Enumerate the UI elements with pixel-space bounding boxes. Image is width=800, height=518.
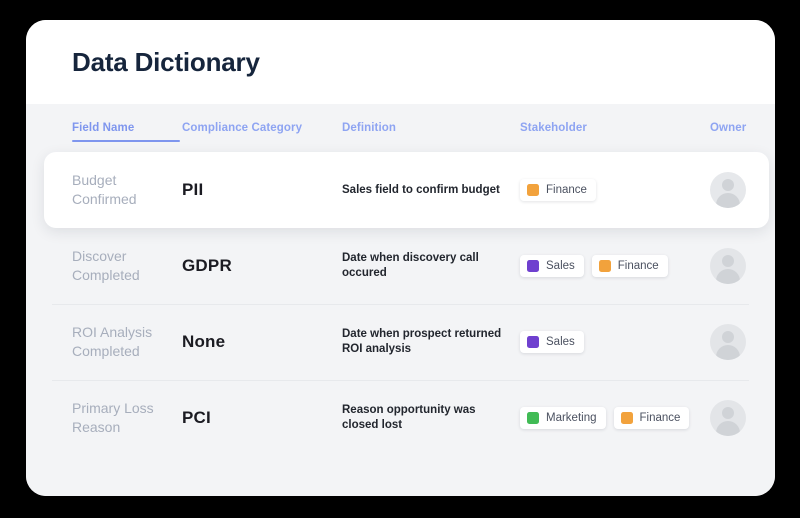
avatar-body-shape — [716, 193, 740, 208]
tag-color-swatch-icon — [598, 260, 611, 272]
table-body: Budget Confirmed PII Sales field to confir… — [26, 152, 775, 456]
cell-owner — [708, 400, 775, 436]
cell-owner — [708, 324, 775, 360]
table-row[interactable]: Budget Confirmed PII Sales field to confir… — [44, 152, 769, 228]
cell-definition: Reason opportunity was closed lost — [342, 404, 476, 431]
stakeholder-tag[interactable]: Marketing — [520, 407, 606, 429]
card-header: Data Dictionary — [26, 20, 775, 104]
data-table: Field Name Compliance Category Definitio… — [26, 104, 775, 496]
cell-definition: Sales field to confirm budget — [342, 183, 500, 196]
cell-field-name: Discover Completed — [72, 248, 140, 283]
stakeholder-tag-label: Sales — [546, 260, 575, 272]
tag-color-swatch-icon — [527, 260, 539, 272]
stakeholder-tag-label: Marketing — [546, 412, 597, 424]
screenshot-stage: Data Dictionary Field Name Compliance Ca… — [0, 0, 800, 518]
stakeholder-tag[interactable]: Sales — [520, 255, 584, 277]
avatar-body-shape — [716, 345, 740, 360]
cell-stakeholder: Sales Finance — [504, 255, 708, 277]
avatar-placeholder-icon[interactable] — [710, 172, 746, 208]
stakeholder-tag-label: Finance — [617, 260, 659, 272]
cell-owner — [708, 248, 775, 284]
stakeholder-tag[interactable]: Finance — [591, 255, 668, 277]
stakeholder-tag-label: Finance — [546, 184, 587, 196]
tag-color-swatch-icon — [527, 412, 539, 424]
avatar-body-shape — [716, 269, 740, 284]
avatar-head-shape — [722, 179, 734, 191]
tag-color-swatch-icon — [620, 412, 633, 424]
cell-stakeholder: Marketing Finance — [504, 407, 708, 429]
avatar-head-shape — [722, 407, 734, 419]
data-dictionary-card: Data Dictionary Field Name Compliance Ca… — [26, 20, 775, 496]
cell-stakeholder: Finance — [504, 179, 708, 201]
avatar-placeholder-icon[interactable] — [710, 324, 746, 360]
table-header-row: Field Name Compliance Category Definitio… — [26, 104, 775, 152]
stakeholder-tag-label: Sales — [546, 336, 575, 348]
cell-owner — [708, 172, 775, 208]
stakeholder-tag[interactable]: Sales — [520, 331, 584, 353]
column-header-stakeholder[interactable]: Stakeholder — [504, 122, 708, 134]
avatar-placeholder-icon[interactable] — [710, 248, 746, 284]
page-title: Data Dictionary — [72, 46, 260, 77]
column-header-definition[interactable]: Definition — [342, 122, 504, 134]
cell-compliance-category: PCI — [182, 408, 211, 427]
cell-field-name: Budget Confirmed — [72, 172, 137, 207]
cell-field-name: ROI Analysis Completed — [72, 324, 153, 359]
table-row[interactable]: ROI Analysis Completed None Date when pros… — [26, 304, 775, 380]
column-header-owner[interactable]: Owner — [708, 122, 775, 134]
cell-field-name: Primary Loss Reason — [72, 400, 154, 435]
table-row[interactable]: Primary Loss Reason PCI Reason opportunity… — [26, 380, 775, 456]
avatar-head-shape — [722, 255, 734, 267]
tag-color-swatch-icon — [527, 336, 539, 348]
cell-definition: Date when prospect returned ROI analysis — [342, 328, 502, 355]
cell-compliance-category: None — [182, 332, 226, 351]
cell-stakeholder: Sales — [504, 331, 708, 353]
table-row[interactable]: Discover Completed GDPR Date when discover… — [26, 228, 775, 304]
column-header-compliance-category[interactable]: Compliance Category — [182, 122, 342, 134]
avatar-head-shape — [722, 331, 734, 343]
cell-definition: Date when discovery call occured — [342, 252, 479, 279]
stakeholder-tag-label: Finance — [639, 412, 681, 424]
cell-compliance-category: GDPR — [182, 256, 232, 275]
stakeholder-tag[interactable]: Finance — [613, 407, 690, 429]
avatar-body-shape — [716, 421, 740, 436]
stakeholder-tag[interactable]: Finance — [520, 179, 596, 201]
cell-compliance-category: PII — [182, 180, 204, 199]
avatar-placeholder-icon[interactable] — [710, 400, 746, 436]
column-header-field-name[interactable]: Field Name — [72, 122, 182, 142]
tag-color-swatch-icon — [527, 184, 539, 196]
